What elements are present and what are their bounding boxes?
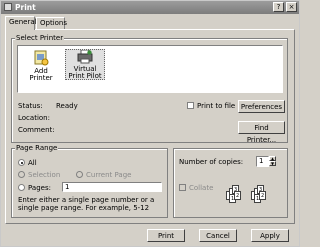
pages-radio[interactable] — [18, 184, 25, 191]
select-printer-group: Select Printer Add Printer Virtual Print… — [11, 34, 288, 144]
cancel-button[interactable]: Cancel — [199, 229, 237, 242]
add-printer-item[interactable]: Add Printer — [23, 50, 59, 82]
selection-radio[interactable] — [18, 171, 25, 178]
tab-general[interactable]: General — [5, 16, 37, 30]
selection-label: Selection — [28, 171, 61, 179]
copies-stepper[interactable]: ▲ ▼ — [269, 156, 276, 167]
print-icon — [4, 3, 12, 11]
find-printer-button[interactable]: Find Printer... — [238, 121, 285, 144]
general-panel: Select Printer Add Printer Virtual Print… — [5, 29, 295, 224]
spin-down-icon[interactable]: ▼ — [269, 161, 276, 166]
window-title: Print — [15, 3, 36, 12]
collate-page: 2 — [259, 191, 266, 200]
printer-list[interactable]: Add Printer Virtual Print Pilot — [17, 45, 283, 93]
copies-input[interactable]: 1 — [256, 156, 269, 167]
print-to-file-label: Print to file — [197, 102, 236, 110]
virtual-print-pilot-item[interactable]: Virtual Print Pilot — [65, 49, 105, 80]
add-printer-icon — [34, 50, 49, 66]
collate-label: Collate — [189, 184, 214, 192]
all-radio[interactable] — [18, 159, 25, 166]
add-printer-label: Add Printer — [29, 67, 53, 82]
print-button[interactable]: Print — [147, 229, 185, 242]
current-page-label: Current Page — [86, 171, 132, 179]
status-value: Ready — [56, 102, 78, 110]
collate-checkbox[interactable] — [179, 184, 186, 191]
select-printer-title: Select Printer — [15, 34, 65, 42]
status-label: Status: — [18, 102, 43, 110]
copies-group: Number of copies: 1 ▲ ▼ Collate 3 1 2 3 … — [173, 148, 288, 218]
number-of-copies-label: Number of copies: — [179, 158, 244, 166]
all-label: All — [28, 159, 37, 167]
page-range-group: Page Range All Selection Current Page Pa… — [11, 144, 168, 218]
collate-page: 2 — [234, 191, 241, 200]
print-dialog: Print ? × General Options Select Printer… — [0, 0, 300, 247]
help-button[interactable]: ? — [273, 2, 284, 12]
pages-input[interactable]: 1 — [62, 182, 162, 192]
title-bar: Print ? × — [1, 1, 299, 14]
apply-button[interactable]: Apply — [251, 229, 289, 242]
preferences-button[interactable]: Preferences — [238, 100, 285, 113]
page-range-hint: Enter either a single page number or a s… — [18, 196, 155, 212]
comment-label: Comment: — [18, 126, 55, 134]
location-label: Location: — [18, 114, 50, 122]
virtual-print-pilot-label: Virtual Print Pilot — [68, 65, 102, 80]
close-button[interactable]: × — [286, 2, 297, 12]
page-range-title: Page Range — [15, 144, 59, 152]
printer-icon — [77, 49, 93, 64]
pages-label: Pages: — [28, 184, 51, 192]
print-to-file-checkbox[interactable] — [187, 102, 194, 109]
current-page-radio[interactable] — [76, 171, 83, 178]
tab-options[interactable]: Options — [36, 17, 67, 29]
